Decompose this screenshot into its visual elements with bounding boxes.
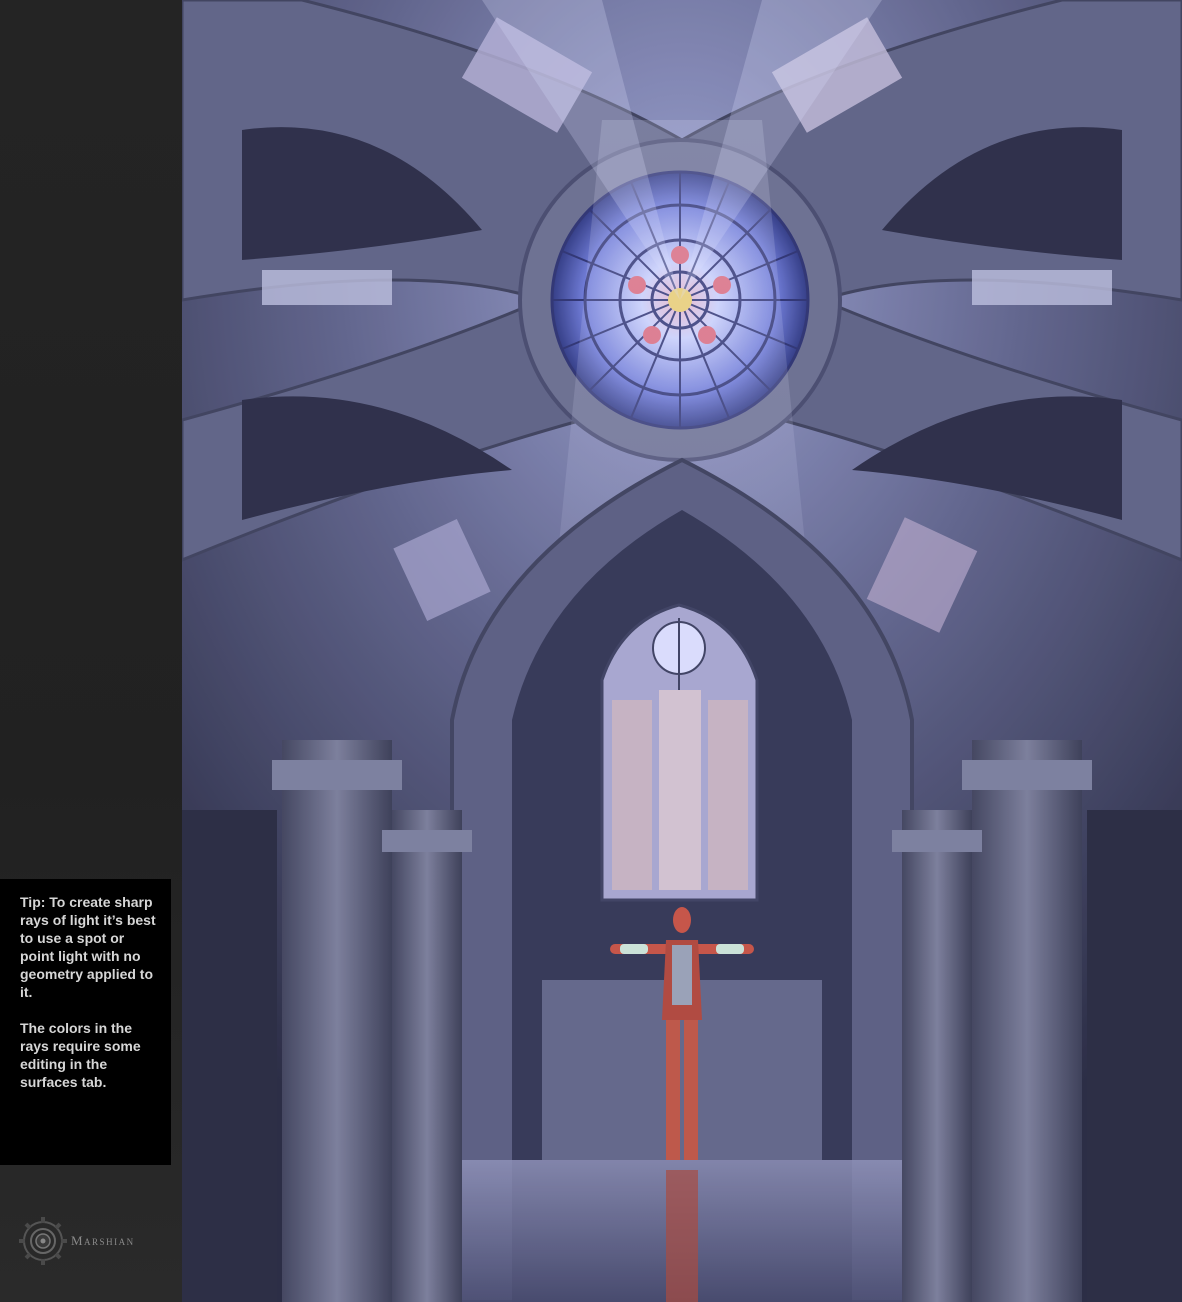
cathedral-render xyxy=(182,0,1182,1302)
logo-text: Marshian xyxy=(71,1233,135,1248)
sidebar: Tip: To create sharp rays of light it’s … xyxy=(0,0,182,1302)
cathedral-scene xyxy=(182,0,1182,1302)
page: Tip: To create sharp rays of light it’s … xyxy=(0,0,1182,1302)
tip-paragraph-1: Tip: To create sharp rays of light it’s … xyxy=(20,894,156,1000)
tip-paragraph-2: The colors in the rays require some edit… xyxy=(20,1020,141,1090)
marshian-logo: Marshian xyxy=(16,1214,166,1268)
tip-box: Tip: To create sharp rays of light it’s … xyxy=(0,879,171,1165)
gear-emblem-icon xyxy=(19,1217,67,1265)
